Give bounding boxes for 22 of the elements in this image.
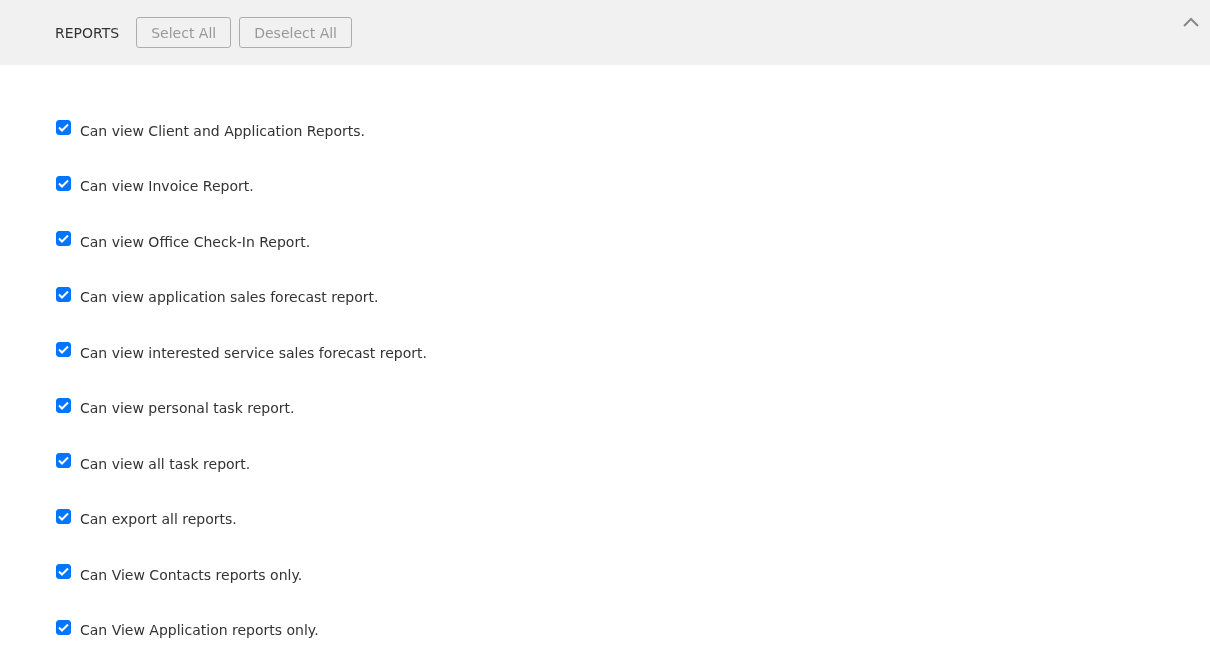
- collapse-icon[interactable]: [1183, 17, 1199, 27]
- permission-label: Can view interested service sales forecast report.: [80, 344, 428, 361]
- permission-label: Can view Client and Application Reports.: [80, 122, 365, 139]
- checkbox[interactable]: [56, 453, 71, 469]
- permission-label: Can view all task report.: [80, 455, 251, 472]
- permission-label: Can view Office Check-In Report.: [80, 233, 311, 250]
- permission-label: Can View Application reports only.: [80, 622, 319, 639]
- permission-label: Can view application sales forecast report.: [80, 289, 379, 306]
- checkbox[interactable]: [56, 286, 71, 302]
- checkbox[interactable]: [56, 231, 71, 247]
- checkbox[interactable]: [56, 619, 71, 635]
- permission-label: Can export all reports.: [80, 511, 237, 528]
- permission-label: Can view Invoice Report.: [80, 178, 254, 195]
- checkbox[interactable]: [56, 120, 71, 136]
- permission-label: Can View Contacts reports only.: [80, 566, 303, 583]
- permission-label: Can view personal task report.: [80, 400, 295, 417]
- checkbox[interactable]: [56, 564, 71, 580]
- section-title: REPORTS: [55, 24, 120, 41]
- checkbox[interactable]: [56, 397, 71, 413]
- checkbox[interactable]: [56, 508, 71, 524]
- checkbox[interactable]: [56, 175, 71, 191]
- checkbox[interactable]: [56, 342, 71, 358]
